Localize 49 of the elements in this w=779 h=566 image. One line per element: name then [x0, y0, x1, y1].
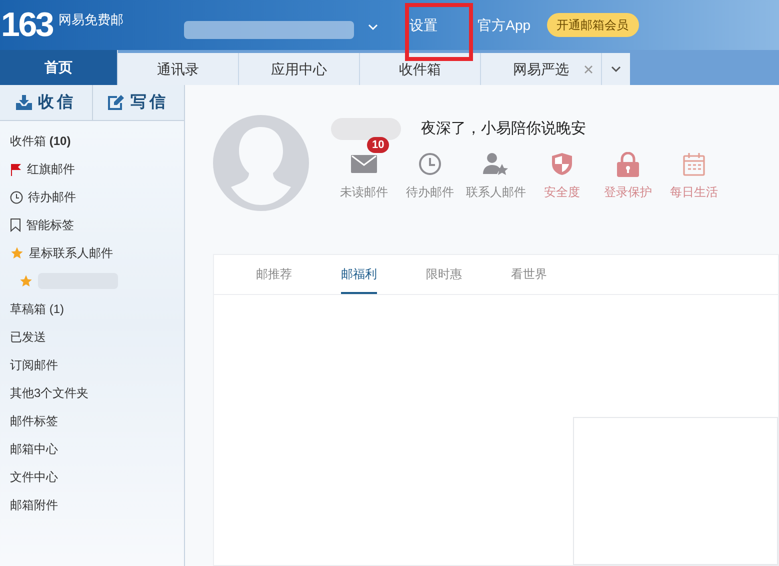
folder-item[interactable]: 待办邮件: [0, 183, 184, 211]
folder-item[interactable]: 智能标签: [0, 211, 184, 239]
chevron-down-icon: [611, 66, 621, 72]
greeting-text: 夜深了，小易陪你说晚安: [421, 118, 586, 139]
shield-icon: [551, 152, 573, 176]
tab[interactable]: 首页: [0, 50, 118, 85]
envelope-icon: [351, 155, 377, 173]
folder-item[interactable]: 邮箱中心: [0, 435, 184, 463]
tab[interactable]: 网易严选: [481, 53, 602, 85]
contact-star-icon: [483, 152, 509, 176]
bookmark-icon: [10, 218, 21, 232]
receive-button[interactable]: 收信: [0, 85, 92, 120]
folder-item[interactable]: 已发送: [0, 323, 184, 351]
folder-item[interactable]: 收件箱 (10): [0, 127, 184, 155]
flag-icon: [10, 162, 22, 176]
highlight-box: [405, 3, 473, 61]
folder-item[interactable]: 星标联系人邮件: [0, 239, 184, 267]
tab-menu-button[interactable]: [602, 53, 630, 85]
lock-icon: [617, 152, 639, 176]
calendar-icon: [683, 152, 705, 176]
content-tab[interactable]: 邮福利: [341, 255, 377, 294]
folder-item[interactable]: 其他3个文件夹: [0, 379, 184, 407]
star-icon: [19, 274, 33, 288]
blurred-text: [331, 118, 401, 140]
tab[interactable]: 通讯录: [118, 53, 239, 85]
folder-item[interactable]: 红旗邮件: [0, 155, 184, 183]
folder-item[interactable]: 邮箱附件: [0, 491, 184, 519]
content-tab[interactable]: 看世界: [511, 255, 547, 294]
close-icon[interactable]: [584, 64, 593, 74]
clock-icon: [418, 152, 442, 176]
logo: 163: [1, 4, 53, 46]
vip-button[interactable]: 开通邮箱会员: [546, 13, 639, 37]
content-tab[interactable]: 限时惠: [426, 255, 462, 294]
star-icon: [10, 246, 24, 260]
edit-icon: [108, 95, 124, 110]
chevron-down-icon[interactable]: [368, 24, 378, 30]
download-icon: [16, 95, 32, 110]
clock-icon: [10, 190, 23, 204]
tab[interactable]: 收件箱: [360, 53, 481, 85]
folder-item[interactable]: 邮件标签: [0, 407, 184, 435]
folder-item[interactable]: 文件中心: [0, 463, 184, 491]
folder-item[interactable]: 订阅邮件: [0, 351, 184, 379]
tab[interactable]: 应用中心: [239, 53, 360, 85]
compose-button[interactable]: 写信: [92, 85, 184, 120]
folder-item[interactable]: 草稿箱 (1): [0, 295, 184, 323]
content-tab[interactable]: 邮推荐: [256, 255, 292, 294]
header-link[interactable]: 设置: [396, 14, 452, 36]
count-badge: 10: [367, 137, 390, 153]
brand-name: 网易免费邮: [58, 11, 124, 29]
